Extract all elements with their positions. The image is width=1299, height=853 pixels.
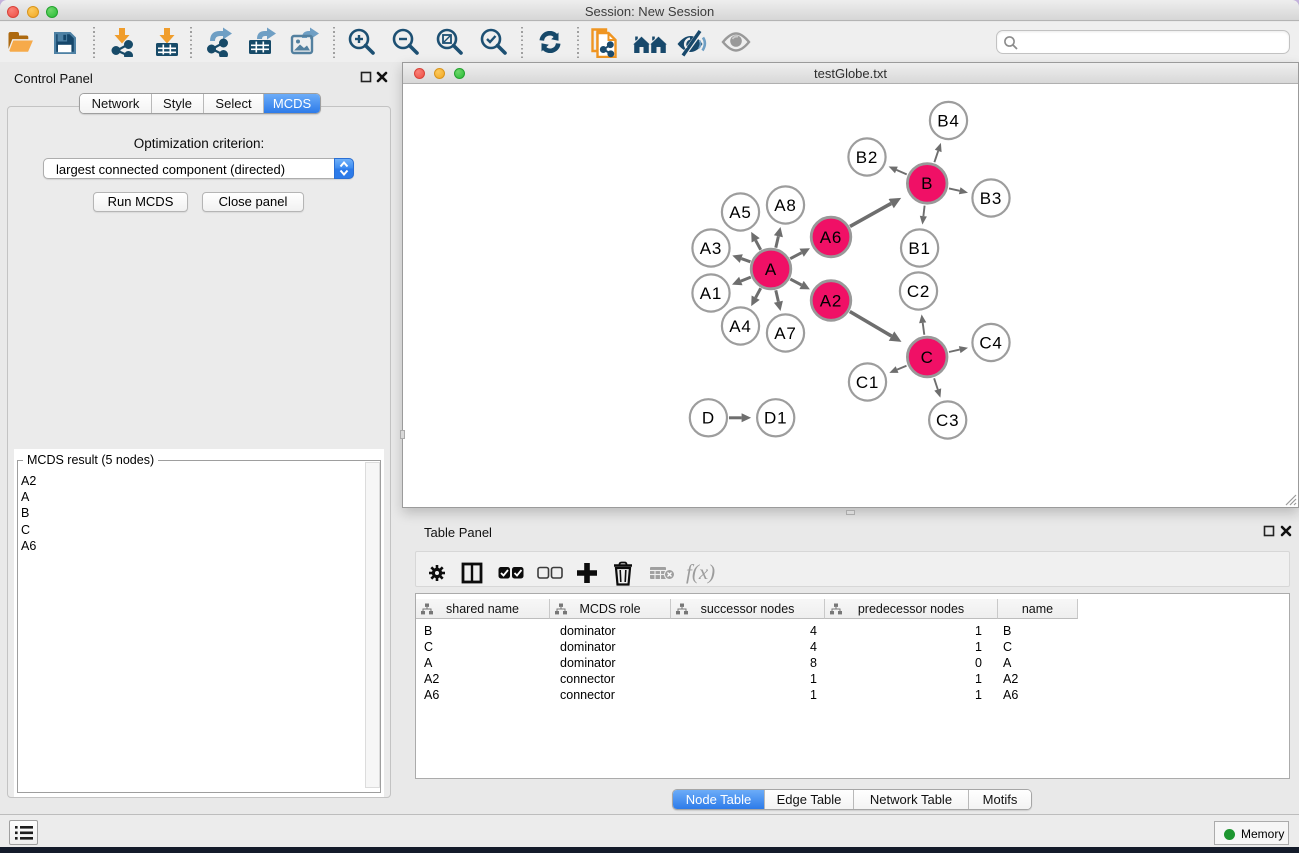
svg-text:B1: B1 — [908, 239, 930, 258]
svg-text:C2: C2 — [907, 282, 930, 301]
svg-text:A4: A4 — [729, 317, 751, 336]
svg-text:A1: A1 — [700, 284, 722, 303]
svg-text:B2: B2 — [856, 148, 878, 167]
svg-text:B: B — [921, 174, 933, 193]
svg-text:D1: D1 — [764, 409, 787, 428]
svg-text:A: A — [765, 260, 777, 279]
svg-text:C: C — [921, 348, 934, 367]
svg-text:D: D — [702, 409, 715, 428]
svg-text:A5: A5 — [729, 203, 751, 222]
svg-text:A3: A3 — [700, 239, 722, 258]
svg-text:A6: A6 — [820, 228, 842, 247]
svg-text:A7: A7 — [774, 324, 796, 343]
svg-text:C4: C4 — [979, 333, 1002, 352]
svg-text:C1: C1 — [856, 373, 879, 392]
svg-text:A2: A2 — [820, 291, 842, 310]
svg-text:B4: B4 — [937, 111, 959, 130]
svg-text:A8: A8 — [774, 196, 796, 215]
svg-text:C3: C3 — [936, 411, 959, 430]
svg-text:B3: B3 — [980, 189, 1002, 208]
